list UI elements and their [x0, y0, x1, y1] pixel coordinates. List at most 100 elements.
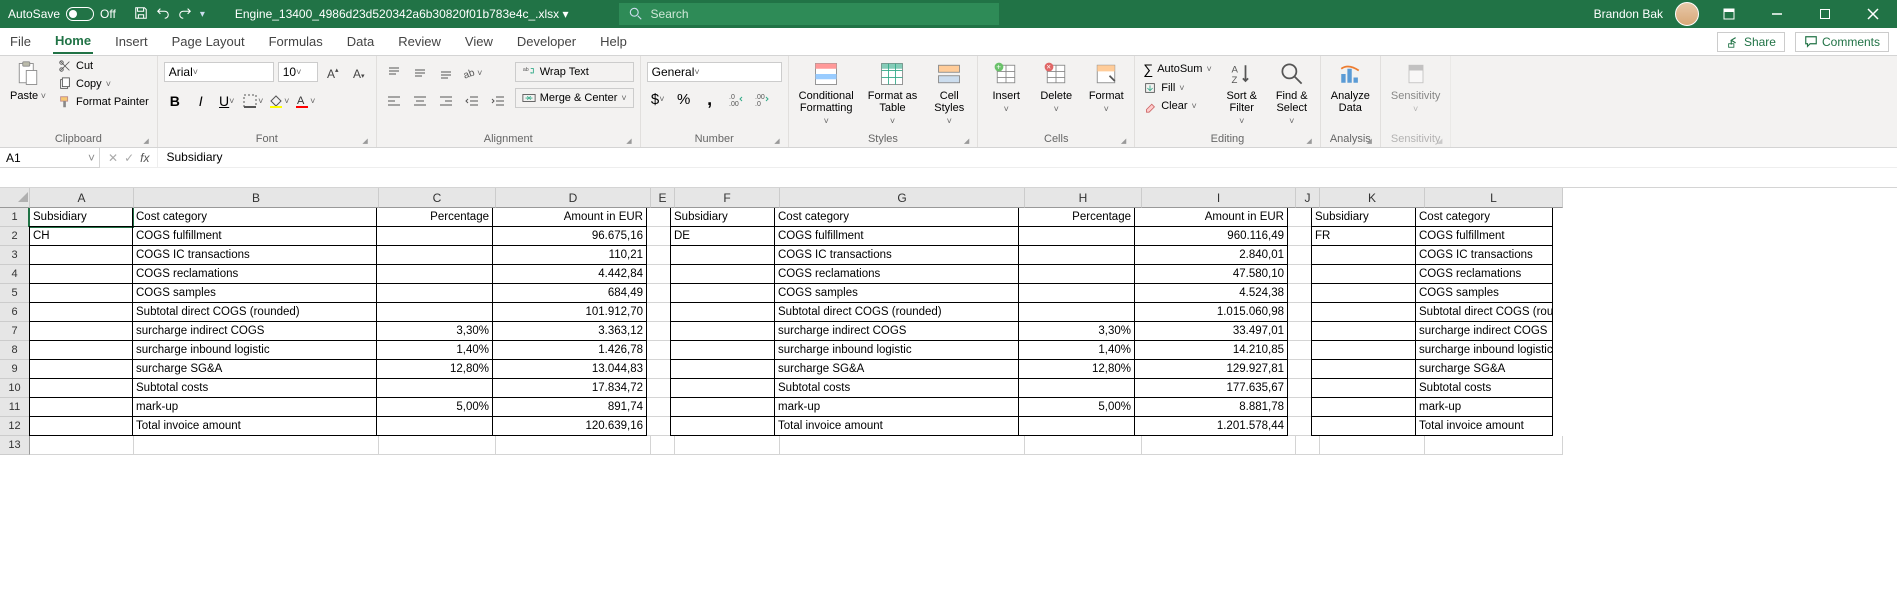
- cell-B10[interactable]: Subtotal costs: [132, 378, 377, 398]
- cell-H12[interactable]: [1018, 416, 1135, 436]
- cell-B5[interactable]: COGS samples: [132, 283, 377, 303]
- save-icon[interactable]: [134, 6, 148, 23]
- sort-filter-button[interactable]: AZSort & Filter: [1220, 58, 1264, 128]
- cell-L12[interactable]: Total invoice amount: [1415, 416, 1553, 436]
- align-bottom-icon[interactable]: [435, 62, 457, 84]
- cell-C7[interactable]: 3,30%: [376, 321, 493, 341]
- cell-I2[interactable]: 960.116,49: [1134, 226, 1288, 246]
- cell-L1[interactable]: Cost category: [1415, 207, 1553, 227]
- undo-icon[interactable]: [156, 6, 170, 23]
- paste-button[interactable]: Paste: [6, 58, 50, 104]
- name-box[interactable]: A1: [0, 148, 100, 168]
- cell-D13[interactable]: [496, 436, 651, 455]
- tab-file[interactable]: File: [8, 30, 33, 53]
- cell-K5[interactable]: [1311, 283, 1416, 303]
- column-header-F[interactable]: F: [675, 188, 780, 208]
- cell-I9[interactable]: 129.927,81: [1134, 359, 1288, 379]
- wrap-text-button[interactable]: abWrap Text: [515, 62, 634, 82]
- search-box[interactable]: Search: [619, 3, 999, 25]
- cell-B4[interactable]: COGS reclamations: [132, 264, 377, 284]
- cell-K7[interactable]: [1311, 321, 1416, 341]
- clear-button[interactable]: Clear: [1141, 98, 1214, 114]
- row-header-12[interactable]: 12: [0, 417, 30, 436]
- worksheet-grid[interactable]: ABCDEFGHIJKL 1SubsidiaryCost categoryPer…: [0, 188, 1897, 455]
- fill-color-button[interactable]: [268, 90, 290, 112]
- cell-K9[interactable]: [1311, 359, 1416, 379]
- cell-B9[interactable]: surcharge SG&A: [132, 359, 377, 379]
- cell-A2[interactable]: CH: [29, 226, 133, 246]
- fill-button[interactable]: Fill: [1141, 80, 1214, 96]
- font-size-select[interactable]: 10: [278, 62, 318, 82]
- column-header-A[interactable]: A: [30, 188, 134, 208]
- cell-L2[interactable]: COGS fulfillment: [1415, 226, 1553, 246]
- copy-button[interactable]: Copy: [56, 76, 151, 92]
- cell-D3[interactable]: 110,21: [492, 245, 647, 265]
- cell-G11[interactable]: mark-up: [774, 397, 1019, 417]
- cell-K4[interactable]: [1311, 264, 1416, 284]
- font-label[interactable]: Font: [164, 131, 370, 147]
- column-header-E[interactable]: E: [651, 188, 675, 208]
- cell-B7[interactable]: surcharge indirect COGS: [132, 321, 377, 341]
- cell-J5[interactable]: [1288, 284, 1312, 303]
- cell-C4[interactable]: [376, 264, 493, 284]
- cell-K2[interactable]: FR: [1311, 226, 1416, 246]
- cell-E10[interactable]: [647, 379, 671, 398]
- merge-center-button[interactable]: Merge & Center: [515, 88, 634, 108]
- cell-F5[interactable]: [670, 283, 775, 303]
- accounting-format-icon[interactable]: $: [647, 88, 669, 110]
- cell-A9[interactable]: [29, 359, 133, 379]
- italic-button[interactable]: I: [190, 90, 212, 112]
- cell-G6[interactable]: Subtotal direct COGS (rounded): [774, 302, 1019, 322]
- row-header-2[interactable]: 2: [0, 227, 30, 246]
- row-header-6[interactable]: 6: [0, 303, 30, 322]
- align-right-icon[interactable]: [435, 90, 457, 112]
- qat-customize-icon[interactable]: ▾: [200, 9, 205, 20]
- cell-B6[interactable]: Subtotal direct COGS (rounded): [132, 302, 377, 322]
- cell-E4[interactable]: [647, 265, 671, 284]
- cell-A5[interactable]: [29, 283, 133, 303]
- row-header-11[interactable]: 11: [0, 398, 30, 417]
- cell-G9[interactable]: surcharge SG&A: [774, 359, 1019, 379]
- cell-K12[interactable]: [1311, 416, 1416, 436]
- cell-D11[interactable]: 891,74: [492, 397, 647, 417]
- cell-F12[interactable]: [670, 416, 775, 436]
- cell-H7[interactable]: 3,30%: [1018, 321, 1135, 341]
- cell-A12[interactable]: [29, 416, 133, 436]
- row-header-10[interactable]: 10: [0, 379, 30, 398]
- cell-A8[interactable]: [29, 340, 133, 360]
- cell-H13[interactable]: [1025, 436, 1142, 455]
- cell-H4[interactable]: [1018, 264, 1135, 284]
- cell-I3[interactable]: 2.840,01: [1134, 245, 1288, 265]
- cell-J6[interactable]: [1288, 303, 1312, 322]
- enter-formula-icon[interactable]: ✓: [124, 151, 134, 165]
- autosum-button[interactable]: ∑AutoSum: [1141, 60, 1214, 78]
- cell-J1[interactable]: [1288, 208, 1312, 227]
- row-header-4[interactable]: 4: [0, 265, 30, 284]
- cell-G3[interactable]: COGS IC transactions: [774, 245, 1019, 265]
- cell-K1[interactable]: Subsidiary: [1311, 207, 1416, 227]
- cell-K13[interactable]: [1320, 436, 1425, 455]
- cell-H5[interactable]: [1018, 283, 1135, 303]
- cell-H10[interactable]: [1018, 378, 1135, 398]
- cell-F7[interactable]: [670, 321, 775, 341]
- cell-K6[interactable]: [1311, 302, 1416, 322]
- format-painter-button[interactable]: Format Painter: [56, 94, 151, 110]
- tab-review[interactable]: Review: [396, 30, 443, 53]
- cell-A13[interactable]: [30, 436, 134, 455]
- comma-format-icon[interactable]: ,: [699, 88, 721, 110]
- cell-J8[interactable]: [1288, 341, 1312, 360]
- bold-button[interactable]: B: [164, 90, 186, 112]
- cell-C9[interactable]: 12,80%: [376, 359, 493, 379]
- cell-C8[interactable]: 1,40%: [376, 340, 493, 360]
- cell-F8[interactable]: [670, 340, 775, 360]
- user-avatar-icon[interactable]: [1675, 2, 1699, 26]
- cell-J4[interactable]: [1288, 265, 1312, 284]
- row-header-1[interactable]: 1: [0, 208, 30, 227]
- cell-L11[interactable]: mark-up: [1415, 397, 1553, 417]
- percent-format-icon[interactable]: %: [673, 88, 695, 110]
- cell-I4[interactable]: 47.580,10: [1134, 264, 1288, 284]
- fx-icon[interactable]: fx: [140, 151, 149, 165]
- cut-button[interactable]: Cut: [56, 58, 151, 74]
- number-label[interactable]: Number: [647, 131, 782, 147]
- alignment-label[interactable]: Alignment: [383, 131, 634, 147]
